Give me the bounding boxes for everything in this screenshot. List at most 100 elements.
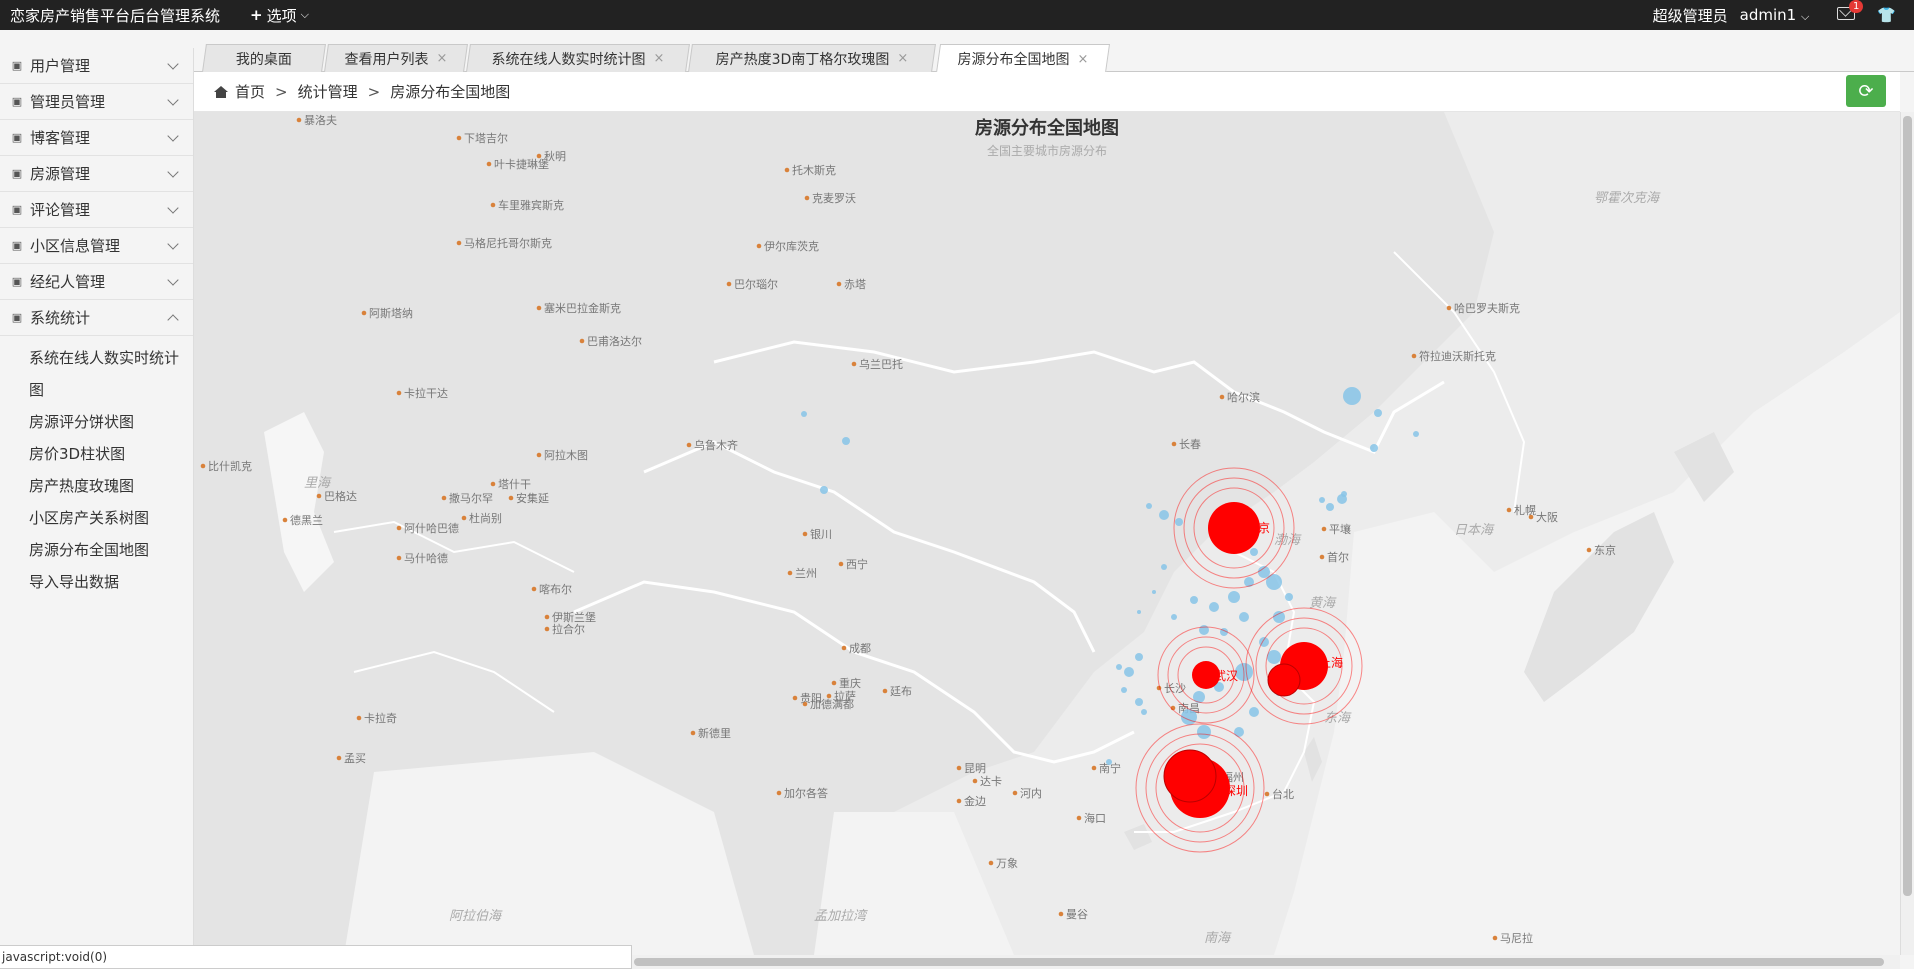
house-point [1326,503,1334,511]
city-dot [1319,554,1325,560]
city-label: 西宁 [846,557,868,571]
breadcrumb-level1[interactable]: 统计管理 [298,81,358,102]
submenu-item-heat-rose[interactable]: 房产热度玫瑰图 [0,470,193,502]
sea-label: 孟加拉湾 [814,908,868,924]
city-label: 马格尼托哥尔斯克 [464,236,552,250]
city-label: 平壤 [1329,522,1351,536]
submenu-item-community-tree[interactable]: 小区房产关系树图 [0,502,193,534]
close-icon[interactable]: × [1077,52,1088,67]
sidebar-item-2[interactable]: ▣ 博客管理 [0,120,193,156]
tab-label: 查看用户列表 [344,51,429,68]
sidebar-item-2-blog-icon: ▣ [11,131,23,144]
house-point [842,437,850,445]
city-dot [456,240,462,246]
house-point [1141,709,1147,715]
tab-label: 系统在线人数实时统计图 [491,51,646,68]
city-dot [1492,935,1498,941]
sidebar-item-5[interactable]: ▣ 小区信息管理 [0,228,193,264]
tab-heat-rose[interactable]: 房产热度3D南丁格尔玫瑰图 × [688,44,936,72]
options-menu[interactable]: + 选项 ⌵ [250,5,309,26]
sidebar-item-7[interactable]: ▣ 系统统计 [0,300,193,336]
city-label: 马什哈德 [404,551,448,565]
house-point [1171,614,1177,620]
city-label: 大阪 [1536,510,1558,524]
refresh-button[interactable]: ⟳ [1846,75,1886,107]
city-dot [396,555,402,561]
house-point [1159,510,1169,520]
map-container[interactable]: 暴洛夫 下塔吉尔 秋明 叶卡捷琳堡 托木斯克 克麦罗沃 车里雅宾斯克 马格尼托哥尔斯克 巴尔瑙尔… [194,112,1900,955]
chevron-up-icon [167,314,179,326]
city-label: 拉萨 [834,689,856,703]
city-dot [841,645,847,651]
house-point [1319,497,1325,503]
city-dot [956,765,962,771]
close-icon[interactable]: × [897,51,908,66]
sidebar-item-0[interactable]: ▣ 用户管理 [0,48,193,84]
house-point [1152,590,1156,594]
scrollbar-thumb[interactable] [1903,116,1912,896]
submenu-item-distribution-map[interactable]: 房源分布全国地图 [0,534,193,566]
submenu-item-online-stats[interactable]: 系统在线人数实时统计图 [0,342,193,406]
house-point [1228,591,1240,603]
chevron-down-icon [167,58,179,70]
house-point [1146,503,1152,509]
city-label: 塔什干 [498,478,531,491]
city-label: 重庆 [839,676,861,690]
tab-user-list[interactable]: 查看用户列表 × [324,44,468,72]
city-dot [956,798,962,804]
sidebar-item-label: 博客管理 [30,129,91,147]
messages-button[interactable]: 1 [1837,0,1864,24]
sidebar-item-4[interactable]: ▣ 评论管理 [0,192,193,228]
theme-button[interactable]: 👕 [1877,6,1896,24]
city-dot [1091,765,1097,771]
city-dot [1012,790,1018,796]
tab-distribution-map[interactable]: 房源分布全国地图 × [935,44,1111,73]
city-label: 拉合尔 [552,622,585,636]
sidebar-item-6[interactable]: ▣ 经纪人管理 [0,264,193,300]
highlight-city-label: 北京 [1246,521,1270,535]
city-dot [831,680,837,686]
vertical-scrollbar[interactable] [1900,112,1914,955]
sidebar-item-4-comment-icon: ▣ [11,203,23,216]
chevron-down-icon: ⌵ [300,8,309,21]
house-point [1137,610,1141,614]
chevron-down-icon [167,94,179,106]
close-icon[interactable]: × [436,51,447,66]
tshirt-icon: 👕 [1877,6,1896,24]
submenu-item-rating-pie[interactable]: 房源评分饼状图 [0,406,193,438]
breadcrumb-home[interactable]: 首页 [235,81,265,102]
city-dot [882,688,888,694]
city-dot [461,515,467,521]
city-label: 喀布尔 [539,583,572,596]
scrollbar-thumb[interactable] [634,958,1884,966]
sidebar-item-3-house-icon: ▣ [11,167,23,180]
user-menu[interactable]: admin1 ⌵ [1740,6,1810,24]
city-label: 撒马尔罕 [449,491,493,505]
submenu-item-price-3d-bar[interactable]: 房价3D柱状图 [0,438,193,470]
city-dot [396,390,402,396]
house-point [1343,387,1361,405]
city-label: 海口 [1084,811,1106,825]
highlight-city-marker[interactable] [1267,663,1301,697]
sidebar-item-1[interactable]: ▣ 管理员管理 [0,84,193,120]
city-dot [690,730,696,736]
sea-label: 阿拉伯海 [449,908,503,924]
city-label: 曼谷 [1066,908,1088,921]
city-label: 伊斯兰堡 [552,610,596,624]
highlight-city-marker[interactable] [1163,749,1217,803]
sidebar-item-3[interactable]: ▣ 房源管理 [0,156,193,192]
chevron-down-icon [167,202,179,214]
city-dot [441,495,447,501]
chevron-down-icon [167,274,179,286]
house-point [1249,707,1259,717]
tab-online-stats[interactable]: 系统在线人数实时统计图 × [466,44,690,72]
city-dot [1446,305,1452,311]
city-label: 廷布 [890,685,912,698]
sidebar-item-label: 房源管理 [30,165,91,183]
tab-desktop[interactable]: 我的桌面 [202,44,326,72]
city-dot [536,305,542,311]
house-point [1199,625,1209,635]
close-icon[interactable]: × [653,51,664,66]
china-distribution-map[interactable]: 暴洛夫下塔吉尔秋明叶卡捷琳堡 托木斯克克麦罗沃车里雅宾斯克马格尼托哥尔斯克巴尔瑙尔… [194,112,1900,955]
submenu-item-import-export[interactable]: 导入导出数据 [0,566,193,598]
